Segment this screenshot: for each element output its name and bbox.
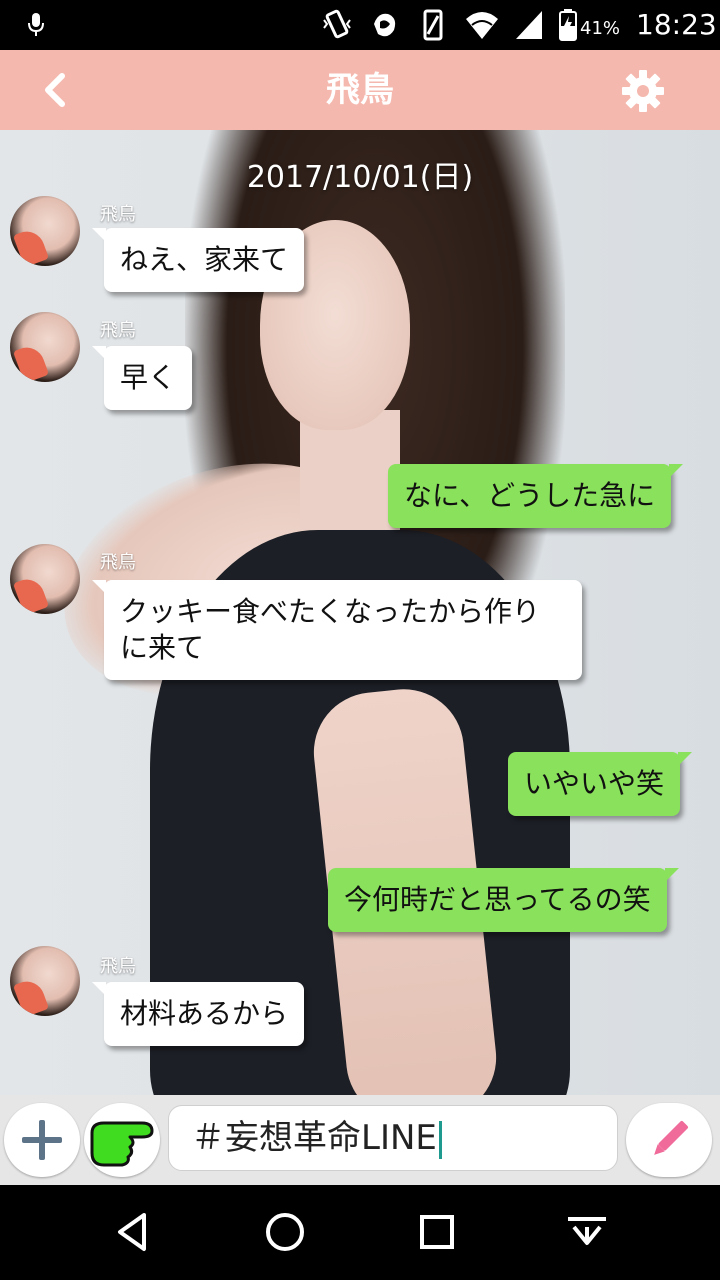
- status-bar: 41% 18:23: [0, 0, 720, 50]
- recents-square-icon[interactable]: [412, 1207, 462, 1257]
- wifi-icon: [466, 12, 498, 39]
- screen-rotate-icon: [423, 9, 443, 41]
- chat-area[interactable]: 2017/10/01(日) 飛鳥 ねえ、家来て 飛鳥 早く なに、どうした急に …: [0, 130, 720, 1095]
- battery-percent: 41%: [580, 18, 621, 39]
- gear-icon[interactable]: [620, 68, 666, 114]
- date-label: 2017/10/01(日): [246, 160, 474, 195]
- battery-icon: [559, 9, 577, 41]
- back-triangle-icon[interactable]: [108, 1207, 158, 1257]
- avatar[interactable]: [10, 196, 80, 266]
- message-input-text: ＃妄想革命LINE: [191, 1118, 437, 1158]
- navigation-bar: [0, 1185, 720, 1280]
- avatar[interactable]: [10, 946, 80, 1016]
- pencil-icon: [654, 1121, 688, 1155]
- mic-icon: [28, 13, 44, 36]
- message-bubble-outgoing[interactable]: なに、どうした急に: [388, 464, 684, 528]
- home-circle-icon[interactable]: [260, 1207, 310, 1257]
- plus-icon: [22, 1120, 62, 1160]
- keyboard-hide-icon[interactable]: [562, 1207, 612, 1257]
- nfc-icon: [374, 13, 396, 37]
- message-bubble-incoming[interactable]: クッキー食べたくなったから作りに来て: [92, 580, 582, 680]
- sender-name: 飛鳥: [100, 956, 136, 977]
- vibrate-icon: [323, 9, 351, 39]
- compose-button[interactable]: [626, 1103, 712, 1177]
- clock: 18:23: [636, 8, 717, 41]
- message-input[interactable]: ＃妄想革命LINE: [168, 1105, 618, 1171]
- sender-name: 飛鳥: [100, 552, 136, 573]
- message-bubble-outgoing[interactable]: 今何時だと思ってるの笑: [328, 868, 679, 932]
- text-caret: [438, 1120, 442, 1159]
- signal-icon: [516, 11, 542, 39]
- message-bubble-incoming[interactable]: ねえ、家来て: [91, 228, 305, 292]
- message-bubble-incoming[interactable]: 材料あるから: [91, 982, 305, 1046]
- chat-title: 飛鳥: [326, 70, 394, 110]
- avatar[interactable]: [10, 544, 80, 614]
- message-bubble-incoming[interactable]: 早く: [91, 346, 193, 410]
- input-bar: ＃妄想革命LINE: [0, 1095, 720, 1185]
- message-bubble-outgoing[interactable]: いやいや笑: [508, 752, 693, 816]
- pointing-hand-icon: [90, 1121, 154, 1167]
- add-button[interactable]: [4, 1103, 80, 1177]
- stamp-button[interactable]: [84, 1103, 160, 1177]
- sender-name: 飛鳥: [100, 320, 136, 341]
- chat-header: 飛鳥: [0, 50, 720, 130]
- avatar[interactable]: [10, 312, 80, 382]
- sender-name: 飛鳥: [100, 204, 136, 225]
